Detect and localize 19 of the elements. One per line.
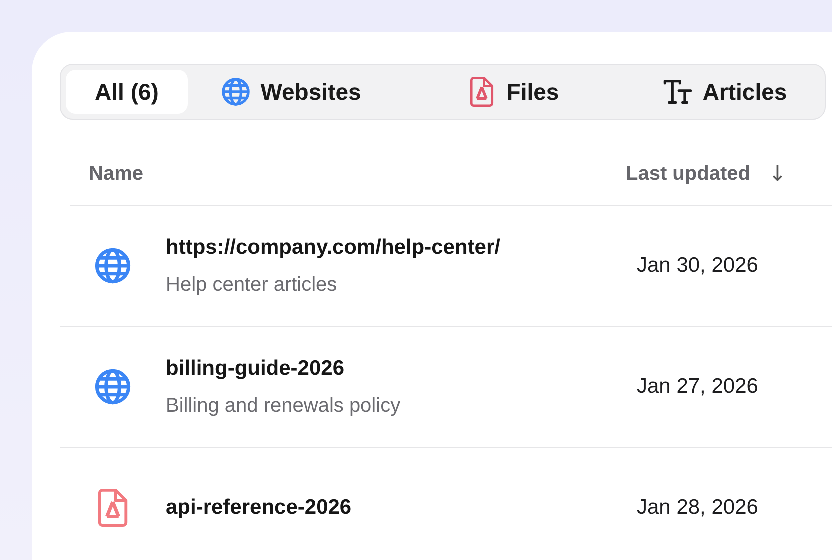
updated-date: Jan 30, 2026 xyxy=(637,254,758,278)
filter-tab[interactable]: Websites xyxy=(188,70,394,114)
column-header[interactable]: Name xyxy=(89,163,626,186)
item-title[interactable]: api-reference-2026 xyxy=(166,496,637,520)
item-title[interactable]: https://company.com/help-center/ xyxy=(166,236,637,260)
filter-tab[interactable]: Articles xyxy=(632,70,818,114)
column-header[interactable]: Last updated ↓ xyxy=(626,162,787,187)
filter-tab[interactable]: All (6) xyxy=(66,70,188,114)
globe-icon xyxy=(220,77,251,107)
globe-icon xyxy=(94,368,132,406)
item-description: Help center articles xyxy=(166,274,338,296)
text-icon xyxy=(662,77,693,107)
item-description: Billing and renewals policy xyxy=(166,394,402,418)
globe-icon xyxy=(94,247,132,285)
updated-date: Jan 28, 2026 xyxy=(637,496,758,520)
item-title[interactable]: billing-guide-2026 xyxy=(166,356,637,380)
filter-tab[interactable]: Files xyxy=(394,70,632,114)
sort-arrow-icon: ↓ xyxy=(768,162,787,187)
updated-date: Jan 27, 2026 xyxy=(637,375,758,399)
